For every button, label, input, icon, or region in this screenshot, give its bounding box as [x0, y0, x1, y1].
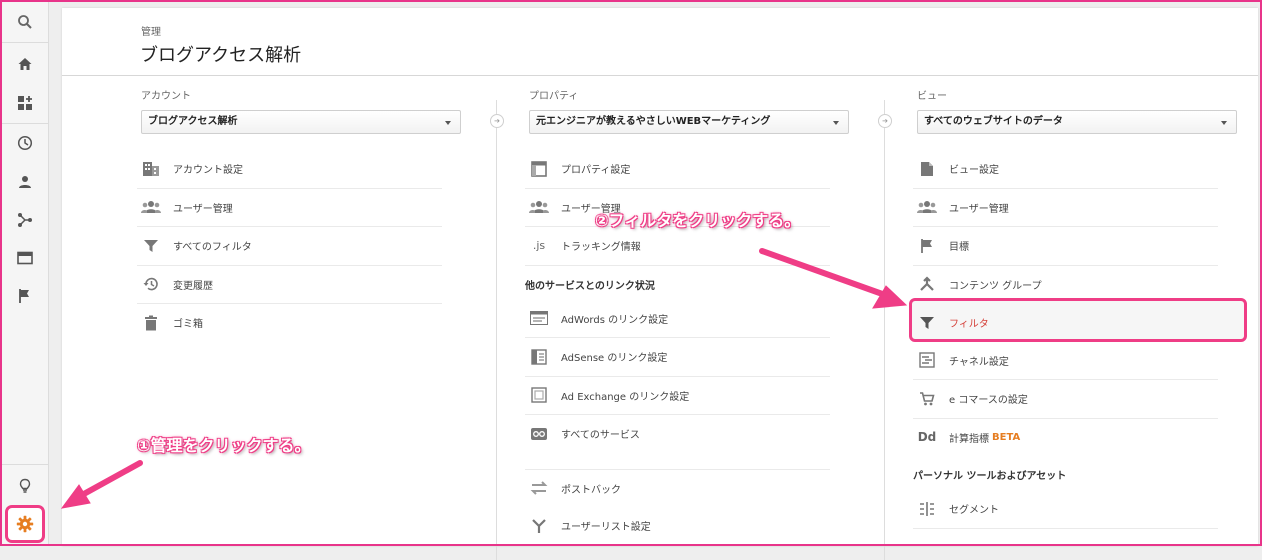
- step1-annotation: ①管理をクリックする。: [137, 436, 311, 455]
- annotation-arrows: [60, 248, 908, 509]
- arrow-head-admin: [60, 484, 91, 509]
- arrow-to-admin: [79, 460, 143, 498]
- step2-annotation: ②フィルタをクリックする。: [595, 211, 801, 230]
- arrow-to-filter: [759, 248, 891, 299]
